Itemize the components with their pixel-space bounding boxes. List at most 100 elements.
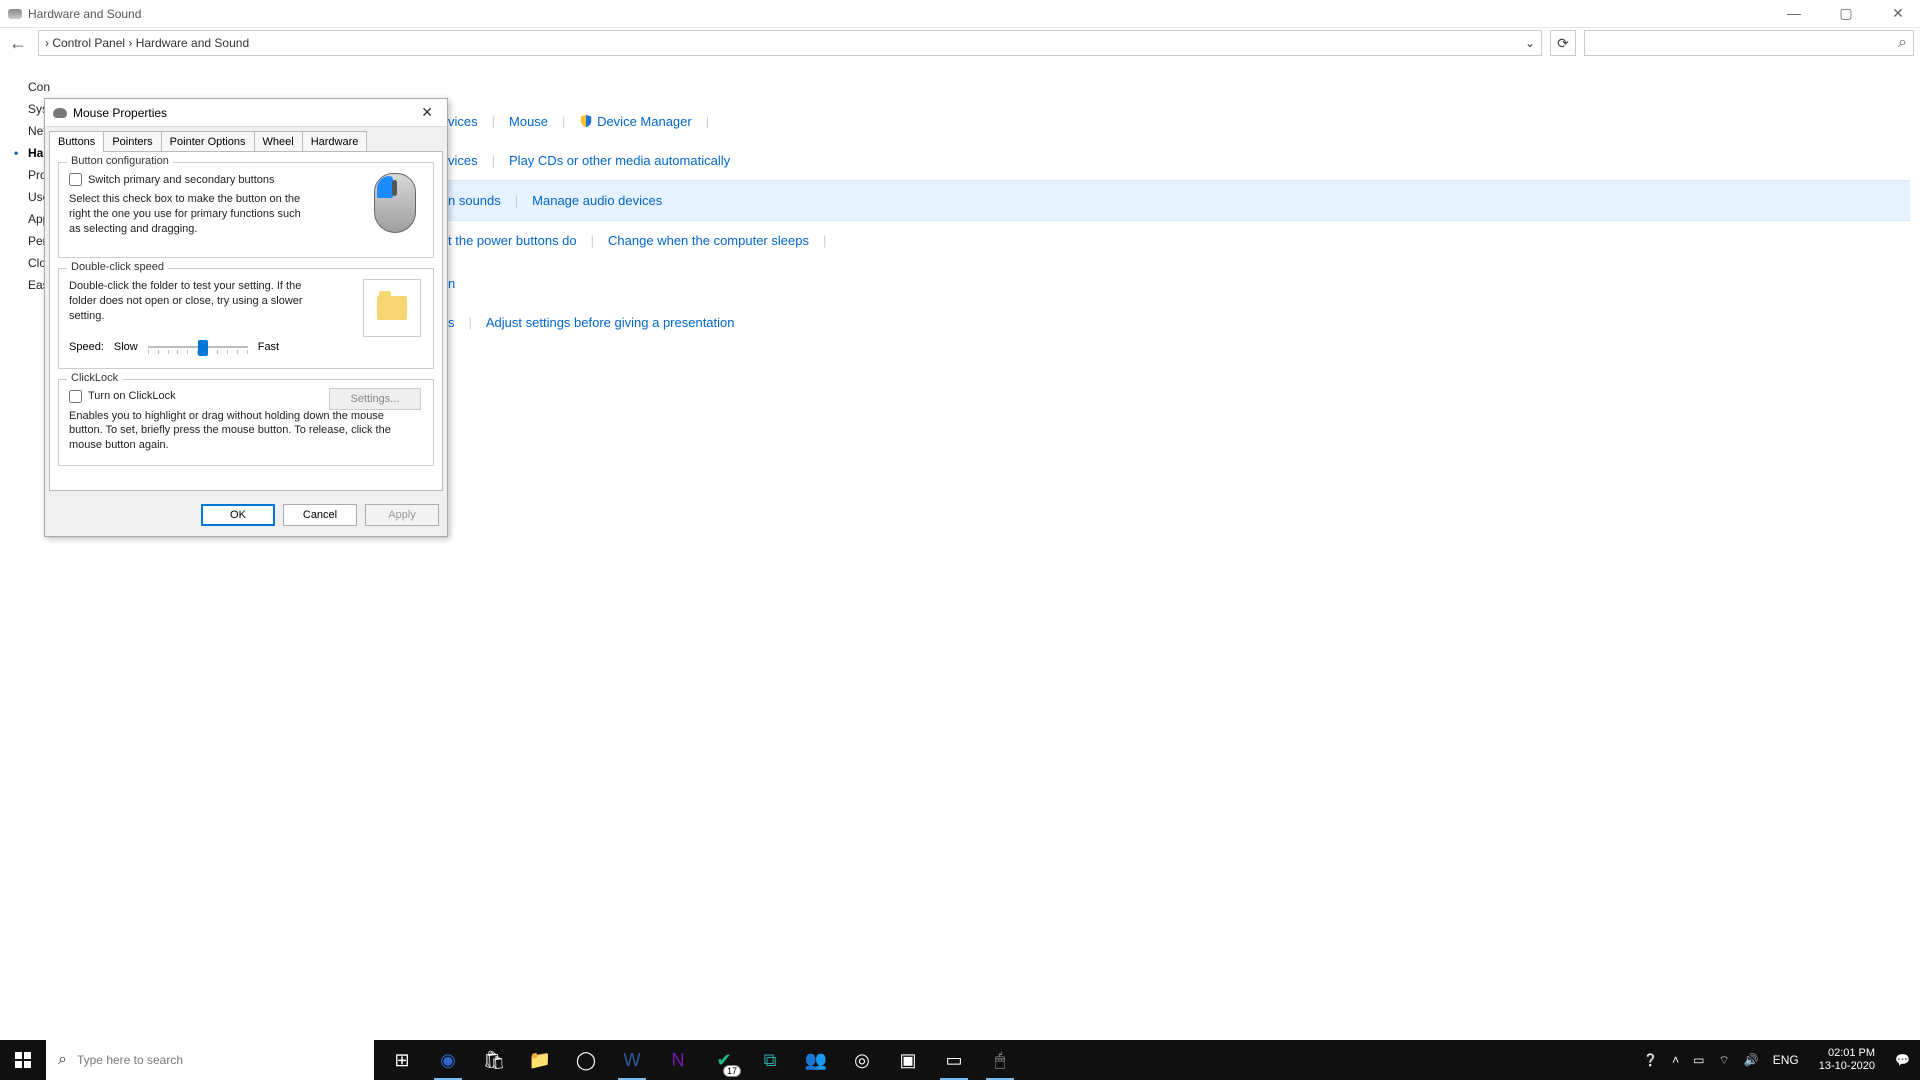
back-button[interactable]: ←	[6, 31, 30, 55]
tray-time: 02:01 PM	[1819, 1047, 1875, 1060]
checkbox-label: Switch primary and secondary buttons	[88, 174, 274, 186]
mouse-icon	[53, 108, 67, 118]
link-mouse[interactable]: Mouse	[509, 114, 548, 129]
task-view-button[interactable]: ⊞	[382, 1040, 422, 1080]
taskbar-app-generic1[interactable]: ◎	[842, 1040, 882, 1080]
taskbar-app-teams[interactable]: 👥	[796, 1040, 836, 1080]
taskbar-app-chrome[interactable]: ◯	[566, 1040, 606, 1080]
window-title: Hardware and Sound	[28, 7, 141, 21]
taskbar-app-onenote[interactable]: N	[658, 1040, 698, 1080]
link-row-devices: vices| Mouse| Device Manager |	[440, 102, 1910, 141]
breadcrumb-dropdown-icon[interactable]: ⌄	[1525, 36, 1535, 50]
slow-label: Slow	[114, 341, 138, 353]
checkbox-input[interactable]	[69, 390, 82, 403]
clicklock-settings-button: Settings...	[329, 388, 421, 410]
tray-wifi-icon[interactable]: ⌔	[1719, 1053, 1730, 1068]
tray-language[interactable]: ENG	[1773, 1053, 1799, 1067]
dialog-tabs: Buttons Pointers Pointer Options Wheel H…	[49, 131, 443, 152]
link-row-power: t the power buttons do| Change when the …	[440, 221, 1910, 303]
taskbar-app-store[interactable]: 🛍	[474, 1040, 514, 1080]
checkbox-label: Turn on ClickLock	[88, 390, 176, 402]
link-partial[interactable]: vices	[448, 153, 478, 168]
tray-action-center-icon[interactable]: 💬	[1895, 1053, 1910, 1067]
tab-hardware[interactable]: Hardware	[302, 131, 368, 152]
double-click-test-folder[interactable]	[363, 279, 421, 337]
cancel-button[interactable]: Cancel	[283, 504, 357, 526]
taskbar-app-mouse[interactable]: 🖱	[980, 1040, 1020, 1080]
link-row-sound[interactable]: n sounds| Manage audio devices	[440, 180, 1910, 221]
main-links: vices| Mouse| Device Manager | vices| Pl…	[440, 102, 1910, 342]
taskbar-app-explorer[interactable]: 📁	[520, 1040, 560, 1080]
link-partial[interactable]: s	[448, 315, 455, 330]
close-window-button[interactable]: ✕	[1884, 5, 1912, 22]
mouse-graphic	[371, 173, 419, 239]
link-partial[interactable]: n sounds	[448, 193, 501, 208]
group-description: Enables you to highlight or drag without…	[69, 409, 409, 454]
maximize-button[interactable]: ▢	[1832, 5, 1860, 22]
address-toolbar: ← › Control Panel › Hardware and Sound ⌄…	[0, 28, 1920, 58]
window-titlebar: Hardware and Sound — ▢ ✕	[0, 0, 1920, 28]
dialog-title: Mouse Properties	[73, 106, 167, 120]
search-icon: ⌕	[1898, 34, 1907, 52]
breadcrumb: › Control Panel › Hardware and Sound	[45, 36, 249, 50]
ok-button[interactable]: OK	[201, 504, 275, 526]
link-device-manager[interactable]: Device Manager	[597, 114, 692, 129]
tray-battery-icon[interactable]: ▭	[1693, 1053, 1704, 1067]
group-title: Double-click speed	[67, 261, 168, 273]
tray-date: 13-10-2020	[1819, 1060, 1875, 1073]
tray-chevron-up-icon[interactable]: ˄	[1672, 1053, 1679, 1067]
group-description: Select this check box to make the button…	[69, 192, 309, 237]
tray-clock[interactable]: 02:01 PM 13-10-2020	[1813, 1043, 1881, 1077]
uac-shield-icon	[579, 114, 593, 128]
group-description: Double-click the folder to test your set…	[69, 279, 309, 324]
dialog-close-button[interactable]: ✕	[415, 104, 439, 121]
taskbar-app-controlpanel[interactable]: ▭	[934, 1040, 974, 1080]
group-clicklock: ClickLock Turn on ClickLock Settings... …	[58, 379, 434, 467]
control-panel-search[interactable]: ⌕	[1584, 30, 1914, 56]
windows-logo-icon	[15, 1052, 31, 1068]
double-click-speed-slider[interactable]	[148, 338, 248, 356]
taskbar-search[interactable]: ⌕ Type here to search	[46, 1040, 374, 1080]
link-manage-audio[interactable]: Manage audio devices	[532, 193, 662, 208]
link-computer-sleeps[interactable]: Change when the computer sleeps	[608, 233, 809, 248]
taskbar-app-vscode[interactable]: ⧉	[750, 1040, 790, 1080]
taskbar-app-generic2[interactable]: ▣	[888, 1040, 928, 1080]
tab-wheel[interactable]: Wheel	[254, 131, 303, 152]
checkbox-switch-buttons[interactable]: Switch primary and secondary buttons	[69, 173, 423, 186]
taskbar-app-word[interactable]: W	[612, 1040, 652, 1080]
search-placeholder: Type here to search	[77, 1053, 183, 1067]
taskbar-app-edge[interactable]: ◉	[428, 1040, 468, 1080]
tray-volume-icon[interactable]: 🔊	[1744, 1053, 1759, 1067]
link-partial[interactable]: t the power buttons do	[448, 233, 577, 248]
mouse-properties-dialog: Mouse Properties ✕ Buttons Pointers Poin…	[44, 98, 448, 537]
link-row-autoplay: vices| Play CDs or other media automatic…	[440, 141, 1910, 180]
tab-pointer-options[interactable]: Pointer Options	[161, 131, 255, 152]
minimize-button[interactable]: —	[1780, 5, 1808, 22]
dialog-titlebar[interactable]: Mouse Properties ✕	[45, 99, 447, 127]
taskbar: ⌕ Type here to search ⊞ ◉ 🛍 📁 ◯ W N ✔17 …	[0, 1040, 1920, 1080]
tray-help-icon[interactable]: ❔	[1643, 1053, 1658, 1067]
taskbar-app-todo[interactable]: ✔17	[704, 1040, 744, 1080]
group-double-click-speed: Double-click speed Double-click the fold…	[58, 268, 434, 369]
start-button[interactable]	[0, 1040, 46, 1080]
control-panel-icon	[8, 9, 22, 19]
link-partial[interactable]: n	[448, 276, 455, 291]
link-partial[interactable]: vices	[448, 114, 478, 129]
tab-body: Button configuration Switch primary and …	[49, 151, 443, 491]
checkbox-input[interactable]	[69, 173, 82, 186]
group-title: Button configuration	[67, 155, 173, 167]
fast-label: Fast	[258, 341, 279, 353]
link-play-cds[interactable]: Play CDs or other media automatically	[509, 153, 730, 168]
tab-buttons[interactable]: Buttons	[49, 131, 104, 152]
slider-thumb[interactable]	[198, 340, 208, 356]
sidebar-item[interactable]: Con	[28, 76, 208, 98]
tab-pointers[interactable]: Pointers	[103, 131, 161, 152]
search-icon: ⌕	[58, 1051, 67, 1069]
speed-label: Speed:	[69, 341, 104, 353]
group-title: ClickLock	[67, 372, 122, 384]
group-button-configuration: Button configuration Switch primary and …	[58, 162, 434, 258]
link-presentation[interactable]: Adjust settings before giving a presenta…	[486, 315, 735, 330]
refresh-button[interactable]: ⟳	[1550, 30, 1576, 56]
breadcrumb-box[interactable]: › Control Panel › Hardware and Sound ⌄	[38, 30, 1542, 56]
badge-count: 17	[723, 1065, 741, 1077]
